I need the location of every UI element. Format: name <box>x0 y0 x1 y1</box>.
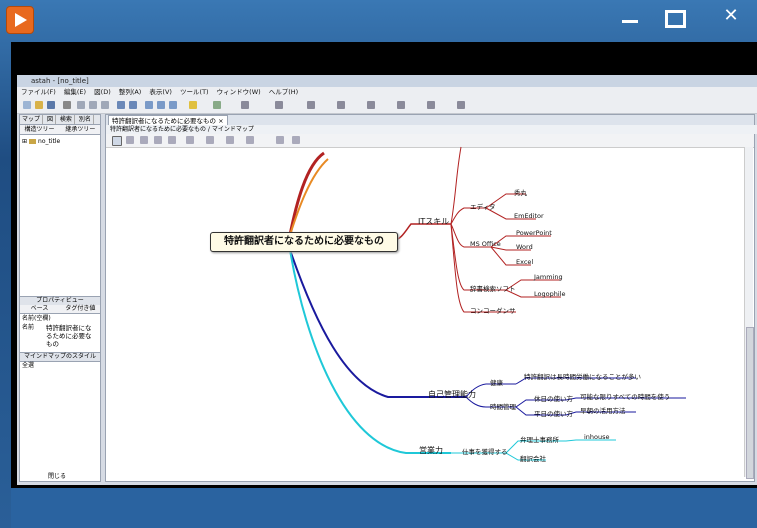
zoom-fit-icon[interactable] <box>169 101 177 109</box>
menu-file[interactable]: ファイル(F) <box>21 88 56 96</box>
tab-diagram[interactable]: 図 <box>45 115 56 124</box>
prop-row-name-empty: 名前(空欄) <box>20 315 100 323</box>
node-ms-office[interactable]: MS Office <box>470 240 501 248</box>
node-weekday-use[interactable]: 平日の使い方 <box>534 408 573 418</box>
arrange-icon[interactable] <box>275 101 283 109</box>
node-health-note[interactable]: 特許翻訳は長時間労働になることが多い <box>524 371 641 381</box>
menu-window[interactable]: ウィンドウ(W) <box>217 88 261 96</box>
node-health[interactable]: 健康 <box>490 377 503 387</box>
prop-key: 名前(空欄) <box>22 315 51 322</box>
menu-view[interactable]: 表示(V) <box>149 88 172 96</box>
font-color-icon[interactable] <box>337 101 345 109</box>
node-time-management[interactable]: 時間管理 <box>490 401 516 411</box>
property-tabs: ベース タグ付き値 <box>20 305 100 314</box>
close-button[interactable]: ✕ <box>709 2 753 30</box>
save-icon[interactable] <box>47 101 55 109</box>
diagram-editor: 特許翻訳者になるために必要なもの × 特許翻訳者になるために必要なもの / マイ… <box>105 114 757 482</box>
branch-sales[interactable]: 営業力 <box>419 445 443 456</box>
tab-inheritance-tree[interactable]: 継承ツリー <box>61 125 100 134</box>
tree-item-no-title[interactable]: no_title <box>38 138 60 145</box>
scroll-thumb[interactable] <box>746 327 754 479</box>
tree-expand-icon[interactable]: ⊞ <box>22 138 27 145</box>
line-style-icon[interactable] <box>307 101 315 109</box>
connector-icon[interactable] <box>397 101 405 109</box>
prop-key: 名前 <box>22 324 35 331</box>
folder-icon <box>29 139 37 144</box>
mindmap-canvas <box>288 146 686 461</box>
zoom-in-icon[interactable] <box>145 101 153 109</box>
branch-line-sales <box>289 249 451 454</box>
style-row: 全選 <box>22 362 35 369</box>
open-icon[interactable] <box>35 101 43 109</box>
copy-icon[interactable] <box>89 101 97 109</box>
node-emeditor[interactable]: EmEditor <box>514 212 544 220</box>
fill-color-icon[interactable] <box>367 101 375 109</box>
left-pane: マップ 図 検索 別名 構造ツリー 継承ツリー ⊞ no_title プロパティビ… <box>19 114 101 482</box>
tree-icon[interactable] <box>427 101 435 109</box>
tab-alias[interactable]: 別名 <box>77 115 94 124</box>
node-weekday-note[interactable]: 早朝の活用方法 <box>580 405 626 415</box>
star-icon[interactable] <box>189 101 197 109</box>
menu-help[interactable]: ヘルプ(H) <box>269 88 298 96</box>
align-icon[interactable] <box>241 101 249 109</box>
tree-tabs: 構造ツリー 継承ツリー <box>20 125 100 135</box>
tab-base[interactable]: ベース <box>20 305 59 313</box>
print-icon[interactable] <box>63 101 71 109</box>
tab-structure-tree[interactable]: 構造ツリー <box>20 125 59 134</box>
node-powerpoint[interactable]: PowerPoint <box>516 229 552 237</box>
node-translation-company[interactable]: 翻訳会社 <box>520 453 546 463</box>
close-pane-button[interactable]: 閉じる <box>48 471 66 480</box>
branch-it-skill[interactable]: ITスキル <box>418 216 449 227</box>
tab-map[interactable]: マップ <box>20 115 44 124</box>
node-get-work[interactable]: 仕事を獲得する <box>462 446 508 456</box>
undo-icon[interactable] <box>117 101 125 109</box>
app-titlebar: astah - [no_title] <box>17 75 757 87</box>
branch-line-self <box>289 249 466 398</box>
maximize-button[interactable] <box>652 2 696 30</box>
node-patent-office[interactable]: 弁理士事務所 <box>520 434 559 444</box>
layout-icon[interactable] <box>213 101 221 109</box>
node-holiday-note[interactable]: 可能な限りすべての時間を使う <box>580 391 670 401</box>
tab-search[interactable]: 検索 <box>58 115 75 124</box>
astah-app-window: astah - [no_title] ファイル(F) 編集(E) 図(D) 整列… <box>17 75 757 485</box>
minimize-button[interactable] <box>608 2 652 30</box>
menu-edit[interactable]: 編集(E) <box>64 88 86 96</box>
tab-tagged-values[interactable]: タグ付き値 <box>61 305 100 313</box>
menu-align[interactable]: 整列(A) <box>119 88 142 96</box>
menu-diagram[interactable]: 図(D) <box>94 88 111 96</box>
zoom-out-icon[interactable] <box>157 101 165 109</box>
structure-tree: ⊞ no_title <box>20 135 100 148</box>
player-bottom-bar <box>11 488 757 528</box>
cut-icon[interactable] <box>77 101 85 109</box>
paste-icon[interactable] <box>101 101 109 109</box>
app-title: astah - [no_title] <box>31 77 89 85</box>
vertical-scrollbar[interactable] <box>744 147 754 479</box>
gear-icon[interactable] <box>457 101 465 109</box>
player-app-icon[interactable] <box>6 6 34 34</box>
mindmap-style-header: マインドマップのスタイル <box>20 352 100 362</box>
redo-icon[interactable] <box>129 101 137 109</box>
root-topic[interactable]: 特許翻訳者になるために必要なもの <box>210 232 398 252</box>
main-toolbar <box>17 98 757 114</box>
prop-name-value[interactable]: 特許翻訳者になるために必要なもの <box>46 324 96 348</box>
project-tabs: マップ 図 検索 別名 <box>20 115 100 125</box>
node-dictionary-software[interactable]: 辞書検索ソフト <box>470 283 516 293</box>
new-icon[interactable] <box>23 101 31 109</box>
menu-bar: ファイル(F) 編集(E) 図(D) 整列(A) 表示(V) ツール(T) ウィ… <box>17 87 757 98</box>
node-hidemaru[interactable]: 秀丸 <box>514 187 527 197</box>
node-holiday-use[interactable]: 休日の使い方 <box>534 393 573 403</box>
node-jamming[interactable]: Jamming <box>534 273 563 281</box>
node-editor[interactable]: エディタ <box>470 201 496 211</box>
branch-self-management[interactable]: 自己管理能力 <box>428 389 476 400</box>
node-logophile[interactable]: Logophile <box>534 290 565 298</box>
menu-tool[interactable]: ツール(T) <box>180 88 209 96</box>
node-word[interactable]: Word <box>516 243 533 251</box>
node-excel[interactable]: Excel <box>516 258 533 266</box>
node-concordancer[interactable]: コンコーダンサ <box>470 305 516 315</box>
node-inhouse[interactable]: inhouse <box>584 433 610 441</box>
